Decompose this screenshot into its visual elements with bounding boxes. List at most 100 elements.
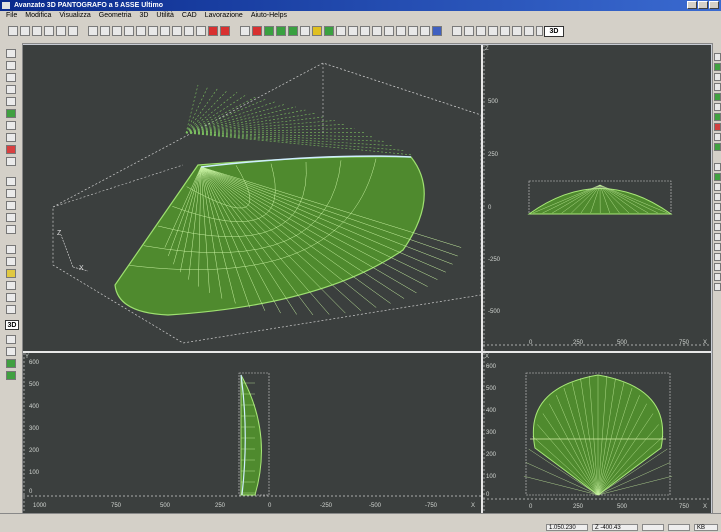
right-tool-7[interactable] — [714, 113, 721, 121]
viewport-divider-horizontal[interactable] — [23, 351, 711, 353]
menu-cad[interactable]: CAD — [182, 11, 197, 21]
rotate-icon[interactable] — [6, 293, 16, 302]
view-button-4[interactable] — [488, 26, 498, 36]
layer-tool-button[interactable] — [220, 26, 230, 36]
right-tool-10[interactable] — [714, 143, 721, 151]
rectangle-tool-button[interactable] — [56, 26, 66, 36]
erase-icon[interactable] — [6, 145, 16, 154]
print-icon[interactable] — [6, 85, 16, 94]
menu-file[interactable]: File — [6, 11, 17, 21]
tool-button-10[interactable] — [372, 26, 382, 36]
tool-button-15[interactable] — [432, 26, 442, 36]
right-tool-20[interactable] — [714, 253, 721, 261]
maximize-button[interactable] — [698, 1, 708, 9]
align-icon[interactable] — [6, 281, 16, 290]
right-tool-8[interactable] — [714, 123, 721, 131]
right-tool-14[interactable] — [714, 193, 721, 201]
menu-utilita[interactable]: Utilità — [156, 11, 174, 21]
right-tool-18[interactable] — [714, 233, 721, 241]
side-viewport[interactable]: Y 600 500 400 300 200 100 0 1000 750 500… — [23, 353, 481, 513]
circle-tool-button[interactable] — [44, 26, 54, 36]
right-tool-6[interactable] — [714, 103, 721, 111]
settings-icon[interactable] — [6, 157, 16, 166]
surface-icon[interactable] — [6, 371, 16, 380]
search-icon[interactable] — [6, 305, 16, 314]
right-tool-11[interactable] — [714, 163, 721, 171]
select-tool-button[interactable] — [8, 26, 18, 36]
tool-button-6[interactable] — [324, 26, 334, 36]
perpendicular-tool-button[interactable] — [172, 26, 182, 36]
3d-view-button[interactable]: 3D — [544, 26, 564, 37]
right-tool-2[interactable] — [714, 63, 721, 71]
render-icon[interactable] — [6, 335, 16, 344]
menu-geometria[interactable]: Geometria — [99, 11, 132, 21]
tool-button-3[interactable] — [288, 26, 298, 36]
line2-tool-button[interactable] — [124, 26, 134, 36]
arc-tool-button[interactable] — [32, 26, 42, 36]
open-icon[interactable] — [6, 61, 16, 70]
import-icon[interactable] — [6, 97, 16, 106]
snap-icon[interactable] — [6, 245, 16, 254]
view-button-5[interactable] — [500, 26, 510, 36]
delete-tool-button[interactable] — [252, 26, 262, 36]
right-tool-3[interactable] — [714, 73, 721, 81]
menu-modifica[interactable]: Modifica — [25, 11, 51, 21]
right-tool-9[interactable] — [714, 133, 721, 141]
view-button-1[interactable] — [452, 26, 462, 36]
view-button-3[interactable] — [476, 26, 486, 36]
right-tool-5[interactable] — [714, 93, 721, 101]
grid-tool-button[interactable] — [240, 26, 250, 36]
view-button-8[interactable] — [536, 26, 543, 36]
3d-mode-button[interactable]: 3D — [5, 320, 19, 330]
menu-visualizza[interactable]: Visualizza — [59, 11, 90, 21]
right-tool-12[interactable] — [714, 173, 721, 181]
tool-button-2[interactable] — [276, 26, 286, 36]
top-viewport[interactable]: X 600 500 400 300 200 100 0 0 250 500 75… — [483, 353, 711, 513]
tool-button-7[interactable] — [336, 26, 346, 36]
polyline-tool-button[interactable] — [20, 26, 30, 36]
menu-aiuto[interactable]: Aiuto-Helps — [251, 11, 287, 21]
zoom-out-icon[interactable] — [6, 201, 16, 210]
tool-button-11[interactable] — [384, 26, 394, 36]
save-icon[interactable] — [6, 73, 16, 82]
view-button-7[interactable] — [524, 26, 534, 36]
right-tool-19[interactable] — [714, 243, 721, 251]
view-button-2[interactable] — [464, 26, 474, 36]
zoom-window-icon[interactable] — [6, 213, 16, 222]
right-tool-23[interactable] — [714, 283, 721, 291]
cross-tool-button[interactable] — [88, 26, 98, 36]
tool-button-14[interactable] — [420, 26, 430, 36]
front-viewport[interactable]: Z 500 250 0 -250 -500 0 250 500 750 X — [483, 45, 711, 351]
hatch-tool-button[interactable] — [100, 26, 110, 36]
angle-tool-button[interactable] — [184, 26, 194, 36]
right-tool-13[interactable] — [714, 183, 721, 191]
right-tool-15[interactable] — [714, 203, 721, 211]
mesh-icon[interactable] — [6, 359, 16, 368]
color-tool-button[interactable] — [208, 26, 218, 36]
pan-icon[interactable] — [6, 225, 16, 234]
tool-button-12[interactable] — [396, 26, 406, 36]
spline-tool-button[interactable] — [68, 26, 78, 36]
right-tool-17[interactable] — [714, 223, 721, 231]
minimize-button[interactable] — [687, 1, 697, 9]
extend-tool-button[interactable] — [160, 26, 170, 36]
right-tool-4[interactable] — [714, 83, 721, 91]
viewport-divider-vertical[interactable] — [481, 45, 483, 513]
tool-button-9[interactable] — [360, 26, 370, 36]
layers-icon[interactable] — [6, 133, 16, 142]
shade-icon[interactable] — [6, 347, 16, 356]
tool-button-4[interactable] — [300, 26, 310, 36]
ellipse-tool-button[interactable] — [196, 26, 206, 36]
measure-icon[interactable] — [6, 269, 16, 278]
menu-3d[interactable]: 3D — [139, 11, 148, 21]
new-icon[interactable] — [6, 49, 16, 58]
zoom-in-icon[interactable] — [6, 189, 16, 198]
export-icon[interactable] — [6, 109, 16, 118]
zoom-icon[interactable] — [6, 177, 16, 186]
tool-button-1[interactable] — [264, 26, 274, 36]
view-button-6[interactable] — [512, 26, 522, 36]
tool-button-13[interactable] — [408, 26, 418, 36]
line-tool-button[interactable] — [112, 26, 122, 36]
close-button[interactable] — [709, 1, 719, 9]
tool-button-5[interactable] — [312, 26, 322, 36]
